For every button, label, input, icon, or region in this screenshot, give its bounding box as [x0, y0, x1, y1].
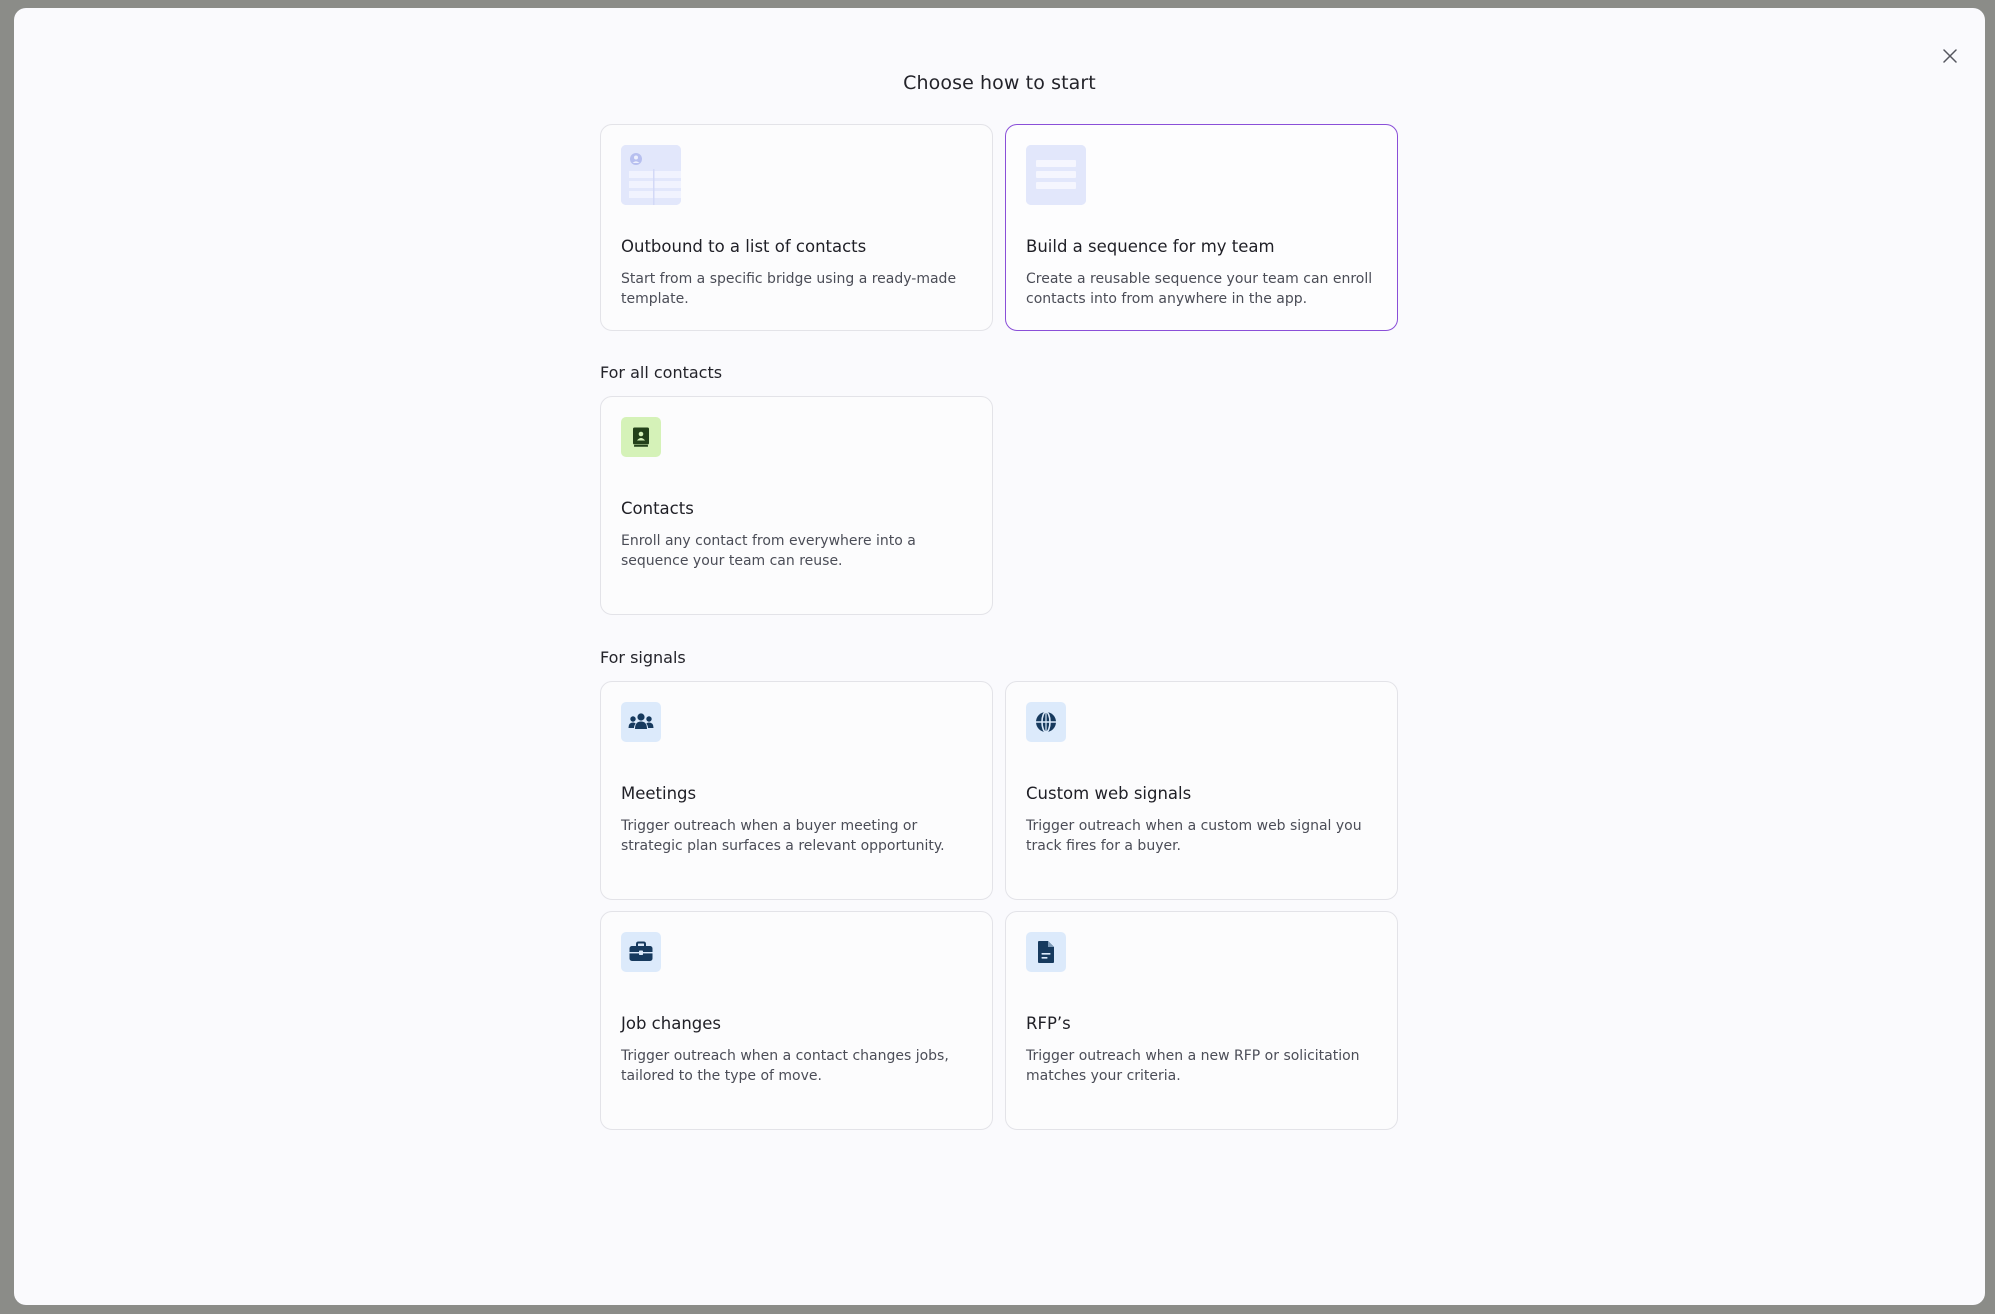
- card-title: RFP’s: [1026, 1014, 1071, 1033]
- close-button[interactable]: [1935, 41, 1965, 71]
- globe-icon: [1026, 702, 1066, 742]
- card-description: Trigger outreach when a custom web signa…: [1026, 818, 1362, 854]
- modal-title: Choose how to start: [903, 72, 1096, 94]
- card-title: Contacts: [621, 499, 694, 518]
- card-title: Build a sequence for my team: [1026, 237, 1275, 256]
- option-card-job-changes[interactable]: Job changes Trigger outreach when a cont…: [600, 911, 993, 1130]
- address-book-icon: [621, 417, 661, 457]
- card-title: Custom web signals: [1026, 784, 1192, 803]
- close-icon: [1943, 49, 1957, 63]
- sequence-template-icon: [1026, 145, 1086, 205]
- section-label-all-contacts: For all contacts: [600, 363, 723, 382]
- people-group-icon: [621, 702, 661, 742]
- card-title: Outbound to a list of contacts: [621, 237, 867, 256]
- card-description: Trigger outreach when a buyer meeting or…: [621, 818, 945, 854]
- option-card-meetings[interactable]: Meetings Trigger outreach when a buyer m…: [600, 681, 993, 900]
- card-title: Meetings: [621, 784, 697, 803]
- option-card-rfps[interactable]: RFP’s Trigger outreach when a new RFP or…: [1005, 911, 1398, 1130]
- card-description: Create a reusable sequence your team can…: [1026, 271, 1373, 307]
- choose-start-modal: Choose how to start Outbound to a list o…: [14, 8, 1985, 1305]
- briefcase-icon: [621, 932, 661, 972]
- card-title: Job changes: [621, 1014, 721, 1033]
- card-description: Trigger outreach when a new RFP or solic…: [1026, 1048, 1360, 1084]
- document-icon: [1026, 932, 1066, 972]
- card-description: Start from a specific bridge using a rea…: [621, 271, 957, 307]
- option-card-outbound-list[interactable]: Outbound to a list of contacts Start fro…: [600, 124, 993, 331]
- option-card-contacts[interactable]: Contacts Enroll any contact from everywh…: [600, 396, 993, 615]
- section-label-signals: For signals: [600, 648, 686, 667]
- card-description: Enroll any contact from everywhere into …: [621, 533, 916, 569]
- card-description: Trigger outreach when a contact changes …: [621, 1048, 949, 1084]
- option-card-team-sequence[interactable]: Build a sequence for my team Create a re…: [1005, 124, 1398, 331]
- contact-list-template-icon: [621, 145, 681, 205]
- option-card-custom-web-signals[interactable]: Custom web signals Trigger outreach when…: [1005, 681, 1398, 900]
